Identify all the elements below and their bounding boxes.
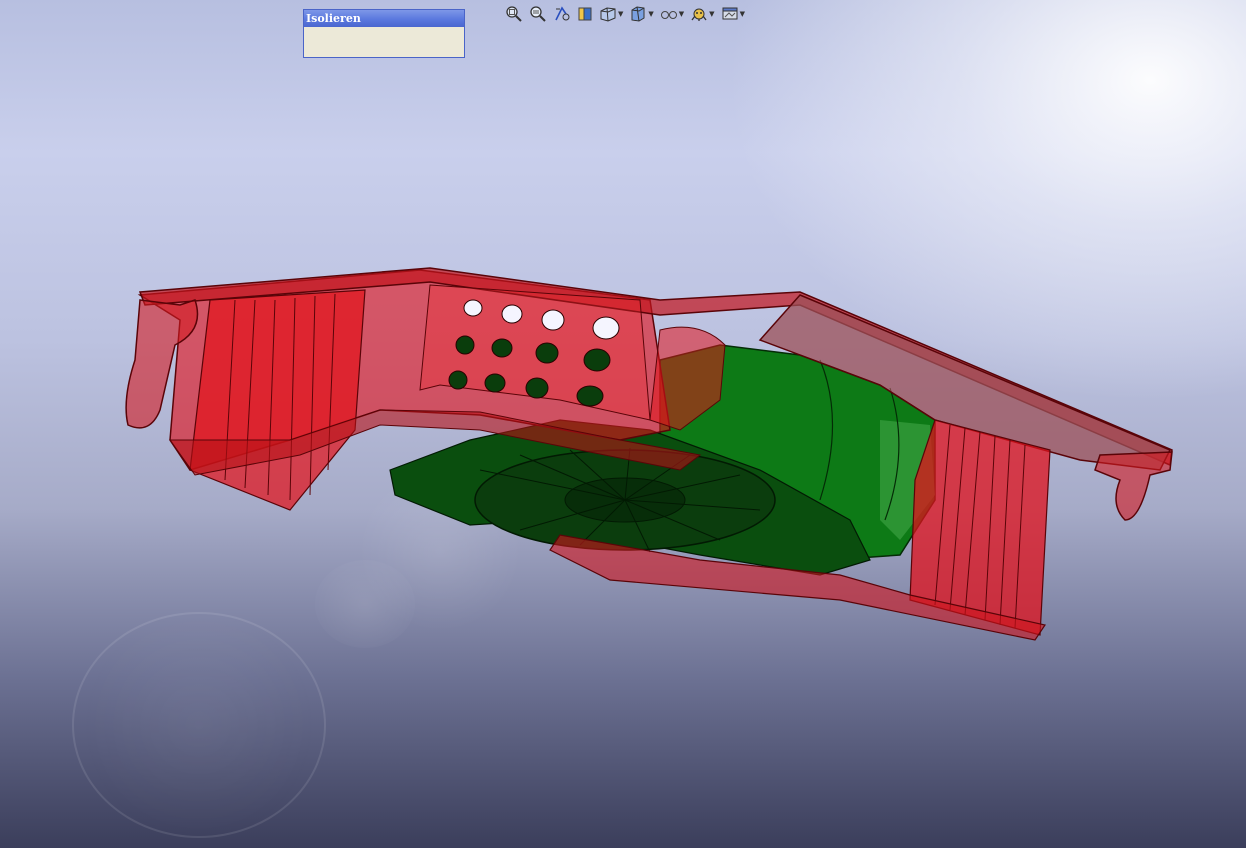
zoom-to-fit-icon: [505, 5, 523, 23]
zoom-to-fit-button[interactable]: [505, 5, 523, 23]
zoom-to-area-button[interactable]: [529, 5, 547, 23]
graphics-viewport[interactable]: [0, 0, 1246, 848]
edit-appearance-button[interactable]: ▼: [690, 5, 715, 23]
housing-part[interactable]: [125, 267, 1173, 641]
hide-show-items-icon: [660, 5, 678, 23]
view-orientation-button[interactable]: ▼: [599, 5, 623, 23]
chevron-down-icon[interactable]: ▼: [618, 10, 623, 18]
previous-view-icon: [553, 5, 571, 23]
chevron-down-icon[interactable]: ▼: [679, 10, 684, 18]
chevron-down-icon[interactable]: ▼: [740, 10, 745, 18]
edit-appearance-icon: [690, 5, 708, 23]
zoom-to-area-icon: [529, 5, 547, 23]
housing-right-hook: [1094, 451, 1173, 521]
previous-view-button[interactable]: [553, 5, 571, 23]
apply-scene-icon: [721, 5, 739, 23]
section-view-icon: [577, 6, 593, 22]
section-view-button[interactable]: [577, 6, 593, 22]
display-style-button[interactable]: ▼: [629, 5, 654, 23]
display-style-icon: [629, 5, 647, 23]
chevron-down-icon[interactable]: ▼: [648, 10, 653, 18]
heads-up-view-toolbar: ▼ ▼ ▼ ▼ ▼: [505, 3, 751, 25]
isolate-panel[interactable]: Isolieren: [303, 9, 465, 58]
housing-left-fins: [189, 289, 366, 511]
hide-show-items-button[interactable]: ▼: [660, 5, 684, 23]
isolate-panel-title[interactable]: Isolieren: [304, 10, 464, 27]
cad-assembly-model[interactable]: [0, 0, 1246, 848]
view-orientation-icon: [599, 5, 617, 23]
chevron-down-icon[interactable]: ▼: [709, 10, 714, 18]
apply-scene-button[interactable]: ▼: [721, 5, 745, 23]
